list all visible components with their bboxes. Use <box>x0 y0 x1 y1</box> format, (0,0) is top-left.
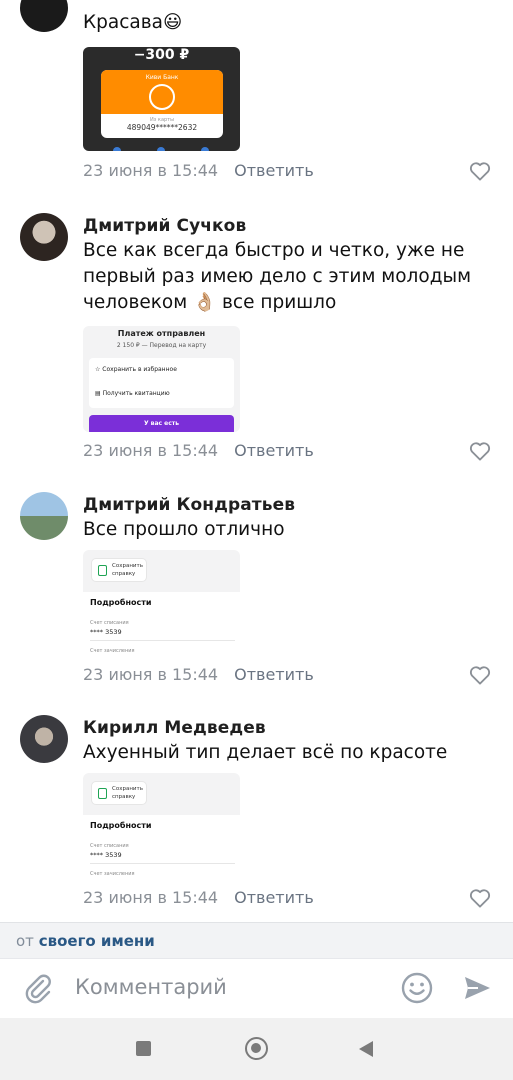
account-from-label: Счет списания <box>90 620 129 626</box>
qiwi-logo-icon <box>149 84 175 110</box>
account-number: **** 3539 <box>90 851 122 859</box>
comment-text: Все как всегда быстро и четко, уже не пе… <box>83 240 472 313</box>
post-as-selector[interactable]: своего имени <box>39 932 155 950</box>
account-from-label: Счет списания <box>90 843 129 849</box>
receipt-actions: ☆ Сохранить в избранное ▤ Получить квита… <box>89 358 234 408</box>
comment-item: Дмитрий Кондратьев Все прошло отлично Со… <box>0 484 513 694</box>
square-icon[interactable] <box>136 1041 151 1056</box>
action-dots <box>113 147 213 151</box>
comment-meta: 23 июня в 15:44 Ответить <box>83 439 314 461</box>
comment-attachment-image[interactable]: Сохранить справку Подробности Счет списа… <box>83 550 240 660</box>
comment-attachment-image[interactable]: Сохранить справку Подробности Счет списа… <box>83 773 240 883</box>
details-heading: Подробности <box>90 821 152 830</box>
document-icon <box>98 788 107 799</box>
save-receipt-button: Сохранить справку <box>91 781 147 805</box>
comment-meta: 23 июня в 15:44 Ответить <box>83 886 314 908</box>
paperclip-icon[interactable] <box>22 972 54 1004</box>
receipt-row: Получить квитанцию <box>102 390 170 397</box>
heart-icon[interactable] <box>469 161 491 181</box>
save-receipt-button: Сохранить справку <box>91 558 147 582</box>
circle-icon[interactable] <box>245 1037 268 1060</box>
comment-item: Дмитрий Сучков Все как всегда быстро и ч… <box>0 205 513 470</box>
ok-hand-emoji: 👌🏼 <box>193 292 217 313</box>
triangle-back-icon[interactable] <box>357 1039 375 1059</box>
reply-button[interactable]: Ответить <box>234 441 314 460</box>
account-to-label: Счет зачисления <box>90 871 135 877</box>
comment-meta: 23 июня в 15:44 Ответить <box>83 159 314 181</box>
heart-icon[interactable] <box>469 665 491 685</box>
comment-attachment-image[interactable]: −300 ₽ Киви Банк Из карты 489049******26… <box>83 47 240 151</box>
save-receipt-panel: Сохранить справку <box>83 773 240 815</box>
comment-input[interactable]: Комментарий <box>75 975 227 999</box>
bank-name: Киви Банк <box>145 74 179 81</box>
smile-emoji: 😃 <box>162 12 183 33</box>
comment-date: 23 июня в 15:44 <box>83 160 219 180</box>
comment-attachment-image[interactable]: Платеж отправлен 2 150 ₽ — Перевод на ка… <box>83 326 240 432</box>
comment-author[interactable]: Кирилл Медведев <box>83 718 266 738</box>
avatar[interactable] <box>20 213 68 261</box>
comment-text: Ахуенный тип делает всё по красоте <box>83 742 448 763</box>
comment-composer: Комментарий <box>0 958 513 1018</box>
avatar[interactable] <box>20 715 68 763</box>
comment-author[interactable]: Дмитрий Сучков <box>83 216 246 236</box>
reply-button[interactable]: Ответить <box>234 888 314 907</box>
comment-meta: 23 июня в 15:44 Ответить <box>83 663 314 685</box>
smile-icon[interactable] <box>400 971 434 1005</box>
card-number: 489049******2632 <box>126 123 198 132</box>
comment-date: 23 июня в 15:44 <box>83 664 219 684</box>
heart-icon[interactable] <box>469 888 491 908</box>
account-to-label: Счет зачисления <box>90 648 135 654</box>
comment-text: Все прошло отлично <box>83 519 285 540</box>
post-as-prefix: от <box>16 932 34 950</box>
amount-text: −300 ₽ <box>133 47 190 63</box>
account-number: **** 3539 <box>90 628 122 636</box>
document-icon <box>98 565 107 576</box>
comment-date: 23 июня в 15:44 <box>83 440 219 460</box>
comment-item: Кирилл Медведев Ахуенный тип делает всё … <box>0 707 513 922</box>
receipt-title: Платеж отправлен <box>117 329 206 338</box>
comment-text: Красава😃 <box>83 12 183 33</box>
favorite-row: Сохранить в избранное <box>102 366 177 373</box>
card-panel: Киви Банк Из карты 489049******2632 <box>101 70 223 138</box>
comment-item: Красава😃 −300 ₽ Киви Банк Из карты 48904… <box>0 0 513 190</box>
comment-author[interactable]: Дмитрий Кондратьев <box>83 495 295 515</box>
reply-button[interactable]: Ответить <box>234 161 314 180</box>
system-navbar <box>0 1018 513 1080</box>
receipt-subtitle: 2 150 ₽ — Перевод на карту <box>116 342 207 349</box>
avatar[interactable] <box>20 492 68 540</box>
save-receipt-panel: Сохранить справку <box>83 550 240 592</box>
qiwi-header: Киви Банк <box>101 70 223 114</box>
reply-button[interactable]: Ответить <box>234 665 314 684</box>
comments-feed[interactable]: Красава😃 −300 ₽ Киви Банк Из карты 48904… <box>0 0 513 922</box>
promo-banner: У вас есть <box>89 415 234 432</box>
heart-icon[interactable] <box>469 441 491 461</box>
avatar[interactable] <box>20 0 68 32</box>
comment-date: 23 июня в 15:44 <box>83 887 219 907</box>
post-as-bar: от своего имени <box>0 922 513 958</box>
details-heading: Подробности <box>90 598 152 607</box>
send-icon[interactable] <box>462 973 492 1003</box>
